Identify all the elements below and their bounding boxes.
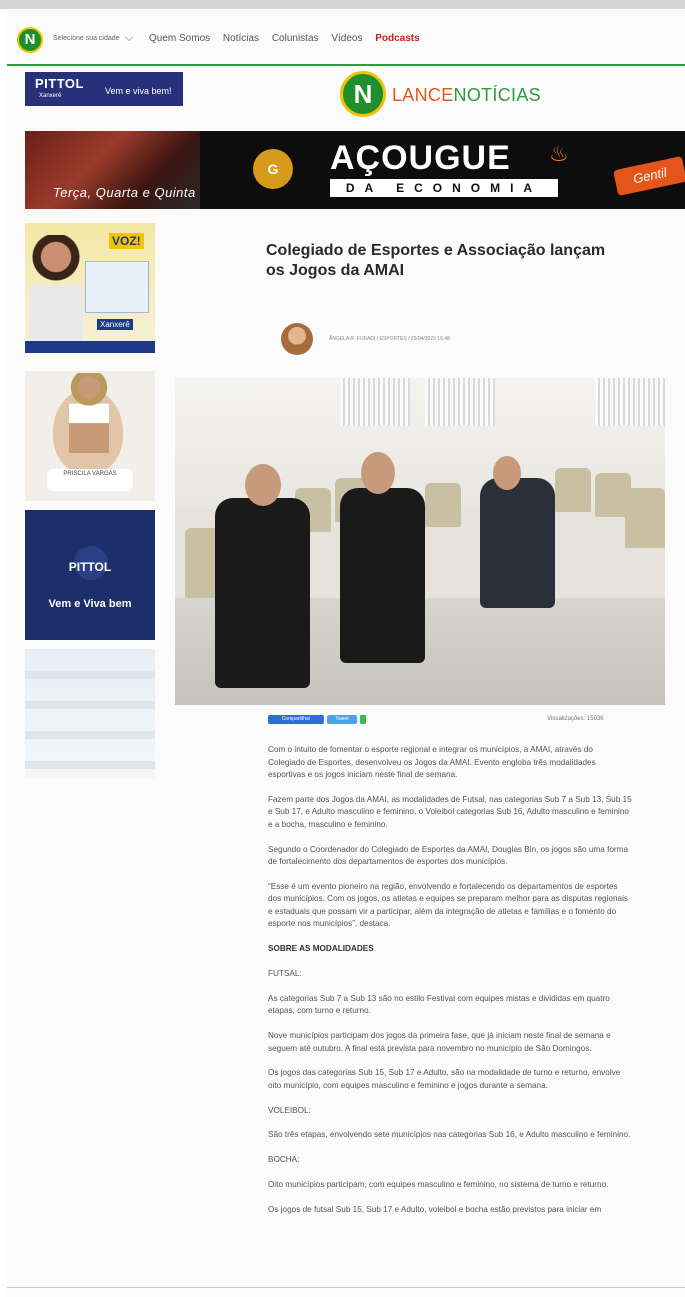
pittol-slogan: Vem e viva bem! xyxy=(105,86,172,96)
photo-person-head xyxy=(245,464,281,506)
section-heading: SOBRE AS MODALIDADES xyxy=(268,944,374,954)
whatsapp-share-button[interactable] xyxy=(360,715,366,724)
article-paragraph: São três etapas, envolvendo sete municíp… xyxy=(268,1130,631,1140)
twitter-share-button[interactable]: Tweet xyxy=(327,715,357,724)
top-nav: N Selecione sua cidade ⌵ Quem Somos Notí… xyxy=(7,9,685,66)
article-paragraph: Oito municípios participam, com equipes … xyxy=(268,1180,609,1190)
page-bottom-border xyxy=(7,1287,685,1288)
article-byline: ÂNGELA R. FURADI / ESPORTES / 20/04/2023… xyxy=(329,336,450,342)
sidebar-ad-pharmacy[interactable] xyxy=(25,649,155,779)
pittol-top-ad[interactable]: PITTOL Xanxerê Vem e viva bem! xyxy=(25,72,183,106)
photo-person-head xyxy=(493,456,521,490)
photo-window-2 xyxy=(425,378,495,426)
sidebar-ad-pittol[interactable]: PITTOL Vem e Viva bem xyxy=(25,510,155,640)
fire-icon: ♨ xyxy=(549,141,569,166)
article-paragraph: Com o intuito de fomentar o esporte regi… xyxy=(268,745,596,779)
chevron-down-icon[interactable]: ⌵ xyxy=(125,32,133,45)
nav-link-colunistas[interactable]: Colunistas xyxy=(272,33,319,44)
photo-chair xyxy=(425,483,461,527)
nav-link-noticias[interactable]: Notícias xyxy=(223,33,259,44)
sidebar-ad-voz[interactable]: VOZ! Xanxerê xyxy=(25,223,155,353)
ad-voz-headline: VOZ! xyxy=(109,233,144,249)
views-count: Visualizações: 15036 xyxy=(547,716,604,722)
browser-top-strip xyxy=(0,0,685,9)
pittol-sub: Xanxerê xyxy=(39,93,62,99)
pittol-side-slogan: Vem e Viva bem xyxy=(48,598,132,610)
nav-link-videos[interactable]: Vídeos xyxy=(331,33,362,44)
ad-woman-image xyxy=(69,373,109,453)
article-paragraph: Os jogos de futsal Sub 15, Sub 17 e Adul… xyxy=(268,1204,602,1214)
photo-person xyxy=(480,478,555,608)
facebook-share-button[interactable]: Compartilhar xyxy=(268,715,324,724)
article-title: Colegiado de Esportes e Associação lança… xyxy=(266,242,606,279)
subsection-heading: VOLEIBOL: xyxy=(268,1105,311,1115)
ad-city: Xanxerê xyxy=(97,319,133,330)
article-paragraph: Nove municípios participam dos jogos da … xyxy=(268,1031,611,1053)
gentil-logo-icon: G xyxy=(253,149,293,189)
article-paragraph: “Esse é um evento pioneiro na região, en… xyxy=(268,881,628,929)
article-body: Com o intuito de fomentar o esporte regi… xyxy=(268,744,632,1229)
banner-subtitle: DA ECONOMIA xyxy=(330,179,558,197)
shelf-3 xyxy=(25,731,155,739)
article-paragraph: As categorias Sub 7 a Sub 13 são no esti… xyxy=(268,993,610,1016)
photo-person-head xyxy=(361,452,395,494)
photo-chair xyxy=(625,488,665,548)
nav-link-quem-somos[interactable]: Quem Somos xyxy=(149,33,210,44)
lance-logo-icon[interactable]: N xyxy=(340,71,386,117)
shelf-1 xyxy=(25,671,155,679)
photo-chair xyxy=(555,468,591,512)
subsection-heading: BOCHA: xyxy=(268,1155,300,1165)
banner-title: AÇOUGUE xyxy=(330,139,511,177)
nav-link-podcasts[interactable]: Podcasts xyxy=(375,33,419,44)
article-paragraph: Os jogos das categorias Sub 15, Sub 17 e… xyxy=(268,1068,621,1090)
shelf-4 xyxy=(25,761,155,769)
banner-days: Terça, Quarta e Quinta xyxy=(53,185,196,200)
brand-name-part2: NOTÍCIAS xyxy=(453,85,541,105)
brand-name-part1: LANCE xyxy=(392,85,454,105)
photo-window-1 xyxy=(340,378,410,426)
nav-links: Quem Somos Notícias Colunistas Vídeos Po… xyxy=(149,33,430,44)
shelf-2 xyxy=(25,701,155,709)
author-avatar[interactable] xyxy=(281,323,313,355)
pittol-brand: PITTOL xyxy=(35,76,84,91)
city-select[interactable]: Selecione sua cidade xyxy=(53,35,120,42)
photo-person xyxy=(340,488,425,663)
lance-logo-text[interactable]: LANCENOTÍCIAS xyxy=(392,85,541,106)
ad-name-tag: PRISCILA VARGAS xyxy=(47,469,133,491)
article-paragraph: Segundo o Coordenador do Colegiado de Es… xyxy=(268,844,629,867)
ad-person-image xyxy=(29,235,83,345)
sidebar-ad-priscila[interactable]: PRISCILA VARGAS xyxy=(25,371,155,501)
acougue-banner-ad[interactable]: Terça, Quarta e Quinta G AÇOUGUE ♨ DA EC… xyxy=(25,131,685,209)
ad-footer-bar xyxy=(25,341,155,353)
banner-store: Gentil xyxy=(613,156,685,196)
article-paragraph: Fazem parte dos Jogos da AMAI, as modali… xyxy=(268,794,632,829)
article-photo xyxy=(175,378,665,705)
page: N Selecione sua cidade ⌵ Quem Somos Notí… xyxy=(7,9,685,1297)
subsection-heading: FUTSAL: xyxy=(268,968,302,978)
ad-card-image xyxy=(85,261,149,313)
photo-person xyxy=(215,498,310,688)
pittol-side-brand: PITTOL xyxy=(68,560,112,574)
photo-window-3 xyxy=(595,378,665,426)
site-logo-icon[interactable]: N xyxy=(17,27,43,53)
